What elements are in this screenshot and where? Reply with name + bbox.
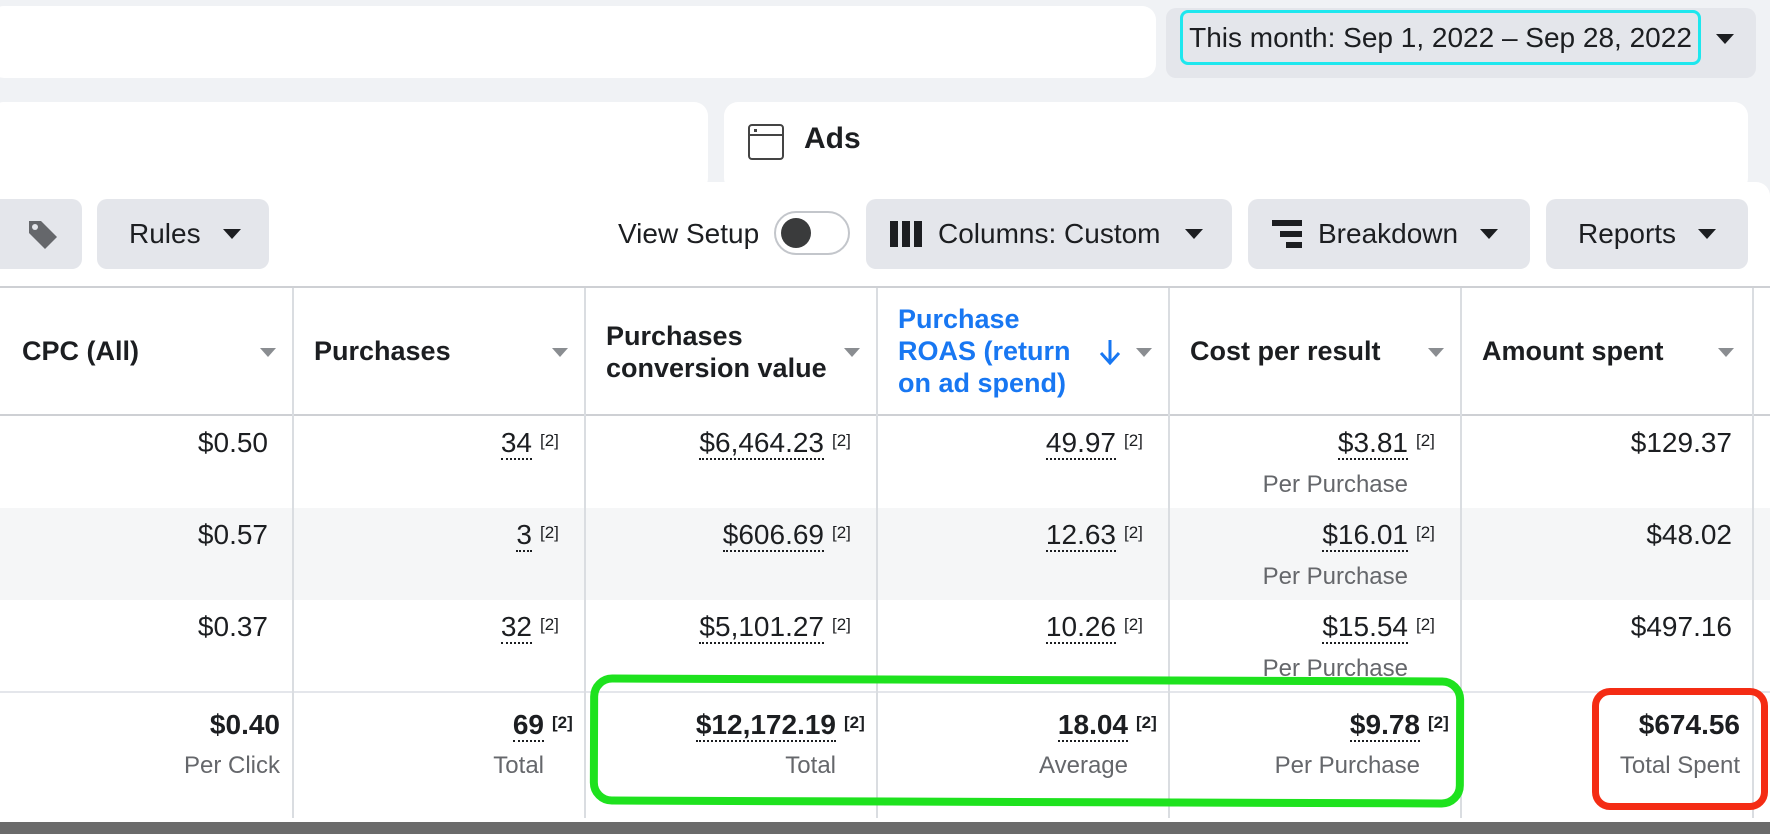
total-purchases-subtext: Total	[493, 752, 544, 779]
rules-label: Rules	[129, 218, 201, 249]
cell-purchases[interactable]: 32	[500, 611, 532, 644]
toggle-knob	[781, 218, 811, 248]
caret-down-icon	[1698, 229, 1717, 239]
cell-roas[interactable]: 10.26	[1045, 611, 1116, 644]
highlight-annotation-green	[589, 674, 1465, 808]
view-setup-label: View Setup	[618, 218, 760, 249]
cell-cost-per-result[interactable]: $15.54	[1322, 611, 1408, 644]
header-line: ROAS (return	[898, 336, 1071, 366]
window-icon	[748, 124, 784, 160]
caret-down-icon	[222, 229, 241, 239]
note-marker[interactable]: [2]	[832, 431, 851, 451]
cell-subtext: Per Purchase	[1262, 471, 1408, 498]
column-header-roas[interactable]: Purchase ROAS (return on ad spend)	[898, 303, 1071, 399]
breakdown-button[interactable]: Breakdown	[1248, 199, 1530, 269]
cell-purchases[interactable]: 3	[516, 519, 532, 552]
header-line: conversion value	[606, 353, 827, 383]
columns-button[interactable]: Columns: Custom	[866, 199, 1232, 269]
cell-cost-per-result[interactable]: $3.81	[1337, 427, 1408, 460]
cell-amount-spent: $497.16	[1630, 611, 1732, 642]
view-setup-toggle[interactable]	[774, 211, 850, 255]
cell-cpc: $0.50	[197, 427, 268, 458]
total-purchases[interactable]: 69	[512, 709, 544, 742]
header-line: Purchases	[606, 321, 743, 351]
sort-caret-icon[interactable]	[1136, 348, 1152, 357]
column-header-cpc[interactable]: CPC (All)	[22, 335, 139, 367]
note-marker[interactable]: [2]	[540, 523, 559, 543]
ads-title: Ads	[804, 122, 861, 155]
search-input[interactable]	[0, 6, 1156, 78]
total-cpc-subtext: Per Click	[183, 752, 280, 779]
reports-label: Reports	[1578, 218, 1677, 249]
cell-cost-per-result[interactable]: $16.01	[1322, 519, 1408, 552]
breakdown-icon	[1272, 220, 1302, 248]
bottom-scrollbar[interactable]	[0, 822, 1770, 834]
cell-purchases[interactable]: 34	[500, 427, 532, 460]
note-marker[interactable]: [2]	[540, 431, 559, 451]
cell-conversion-value[interactable]: $5,101.27	[699, 611, 824, 644]
columns-icon	[890, 221, 922, 247]
sort-caret-icon[interactable]	[552, 348, 568, 357]
caret-down-icon	[1480, 229, 1499, 239]
highlight-annotation-red	[1592, 688, 1768, 810]
note-marker[interactable]: [2]	[832, 523, 851, 543]
tag-button[interactable]	[0, 199, 82, 269]
note-marker[interactable]: [2]	[1124, 431, 1143, 451]
column-header-conversion-value[interactable]: Purchases conversion value	[606, 320, 827, 384]
cell-roas[interactable]: 12.63	[1045, 519, 1116, 552]
caret-down-icon[interactable]	[1716, 34, 1734, 44]
rules-button[interactable]: Rules	[97, 199, 269, 269]
sort-descending-icon[interactable]	[1098, 338, 1122, 366]
note-marker[interactable]: [2]	[832, 615, 851, 635]
column-header-amount-spent[interactable]: Amount spent	[1482, 335, 1664, 367]
note-marker[interactable]: [2]	[1124, 615, 1143, 635]
cell-amount-spent: $129.37	[1630, 427, 1732, 458]
total-cpc: $0.40	[209, 709, 280, 740]
reports-button[interactable]: Reports	[1546, 199, 1748, 269]
cell-conversion-value[interactable]: $6,464.23	[699, 427, 824, 460]
cell-roas[interactable]: 49.97	[1045, 427, 1116, 460]
header-line: on ad spend)	[898, 368, 1066, 398]
sort-caret-icon[interactable]	[260, 348, 276, 357]
cell-subtext: Per Purchase	[1262, 563, 1408, 590]
cell-amount-spent: $48.02	[1646, 519, 1732, 550]
cell-conversion-value[interactable]: $606.69	[722, 519, 824, 552]
caret-down-icon	[1184, 229, 1203, 239]
note-marker[interactable]: [2]	[1124, 523, 1143, 543]
campaign-panel	[0, 102, 708, 192]
column-header-purchases[interactable]: Purchases	[314, 335, 451, 367]
date-range-button[interactable]: This month: Sep 1, 2022 – Sep 28, 2022	[1180, 10, 1701, 65]
tag-icon	[29, 221, 57, 249]
sort-caret-icon[interactable]	[1718, 348, 1734, 357]
cell-cpc: $0.57	[197, 519, 268, 550]
sort-caret-icon[interactable]	[844, 348, 860, 357]
date-range-label: This month: Sep 1, 2022 – Sep 28, 2022	[1189, 21, 1692, 53]
note-marker[interactable]: [2]	[1416, 431, 1435, 451]
note-marker[interactable]: [2]	[552, 713, 573, 733]
cell-cpc: $0.37	[197, 611, 268, 642]
sort-caret-icon[interactable]	[1428, 348, 1444, 357]
header-line: Purchase	[898, 304, 1020, 334]
ads-panel[interactable]	[724, 102, 1748, 192]
note-marker[interactable]: [2]	[540, 615, 559, 635]
columns-label: Columns: Custom	[938, 218, 1161, 249]
note-marker[interactable]: [2]	[1416, 523, 1435, 543]
note-marker[interactable]: [2]	[1416, 615, 1435, 635]
column-header-cost-per-result[interactable]: Cost per result	[1190, 335, 1381, 367]
breakdown-label: Breakdown	[1318, 218, 1459, 249]
